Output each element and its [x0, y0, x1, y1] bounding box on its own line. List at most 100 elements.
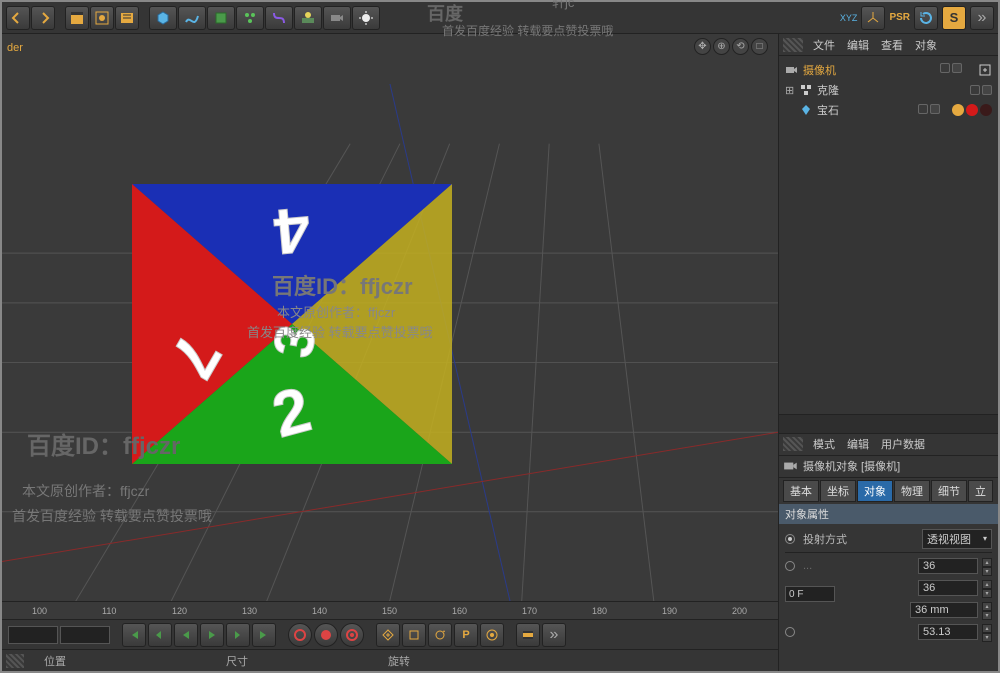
mograph-icon[interactable]	[236, 6, 264, 30]
object-tree[interactable]: 摄像机 ⊞ 克隆 宝石	[779, 56, 998, 176]
tab-object[interactable]: 对象	[857, 480, 893, 502]
redo-button[interactable]	[31, 6, 55, 30]
undo-button[interactable]	[6, 6, 30, 30]
num-field-4[interactable]: 53.13	[918, 624, 978, 640]
attr-title: 摄像机对象 [摄像机]	[803, 458, 900, 474]
xyz-label: XYZ	[840, 13, 858, 23]
keyframe-sel-button[interactable]	[340, 623, 364, 647]
spinner-up[interactable]: ▴	[982, 580, 992, 589]
frame-end-field[interactable]	[60, 626, 110, 644]
tab-detail[interactable]: 细节	[931, 480, 967, 502]
tab-physics[interactable]: 物理	[894, 480, 930, 502]
cloner-icon	[799, 83, 813, 97]
viewport[interactable]: der ✥ ⊕ ⟲ □	[2, 34, 778, 601]
spinner-down[interactable]: ▾	[982, 589, 992, 598]
viewport-pan-icon[interactable]: ✥	[694, 38, 711, 55]
viewport-nav: ✥ ⊕ ⟲ □	[694, 38, 768, 55]
goto-end-button[interactable]	[252, 623, 276, 647]
frame-start-field[interactable]	[8, 626, 58, 644]
key-rot-button[interactable]	[428, 623, 452, 647]
spline-icon[interactable]	[178, 6, 206, 30]
cube-primitive-icon[interactable]	[149, 6, 177, 30]
attr-menu-userdata[interactable]: 用户数据	[875, 436, 931, 452]
timeline-ruler[interactable]: 100 110 120 130 140 150 160 170 180 190 …	[2, 601, 778, 619]
next-key-button[interactable]	[226, 623, 250, 647]
svg-text:4: 4	[271, 194, 313, 269]
radio-field[interactable]	[785, 561, 795, 571]
light-icon[interactable]	[352, 6, 380, 30]
viewport-orbit-icon[interactable]: ⟲	[732, 38, 749, 55]
material-swatch[interactable]	[952, 104, 964, 116]
autokey-button[interactable]	[314, 623, 338, 647]
pos-label: 位置	[44, 653, 66, 669]
hatch-icon	[6, 654, 24, 668]
goto-start-button[interactable]	[122, 623, 146, 647]
render-icon[interactable]	[90, 6, 114, 30]
camera-icon[interactable]	[323, 6, 351, 30]
size-label: 尺寸	[226, 653, 248, 669]
nurbs-icon[interactable]	[207, 6, 235, 30]
key-pos-button[interactable]	[376, 623, 400, 647]
menu-object[interactable]: 对象	[909, 37, 943, 53]
tree-row-gem[interactable]: 宝石	[785, 100, 992, 120]
hatch-icon	[783, 437, 803, 451]
attribute-manager: 模式 编辑 用户数据 摄像机对象 [摄像机] 基本 坐标 对象 物理 细节 立 …	[779, 434, 998, 672]
spinner-up[interactable]: ▴	[982, 558, 992, 567]
clapper-icon[interactable]	[65, 6, 89, 30]
main-toolbar: XYZ PSR S »	[2, 2, 998, 34]
menu-edit[interactable]: 编辑	[841, 37, 875, 53]
menu-view[interactable]: 查看	[875, 37, 909, 53]
render-settings-icon[interactable]	[115, 6, 139, 30]
spinner-down[interactable]: ▾	[982, 567, 992, 576]
material-swatch[interactable]	[980, 104, 992, 116]
viewport-maximize-icon[interactable]: □	[751, 38, 768, 55]
section-object-props: 对象属性	[779, 504, 998, 524]
filmstrip-icon[interactable]	[516, 623, 540, 647]
projection-select[interactable]: 透视视图▾	[922, 529, 992, 549]
play-button[interactable]	[200, 623, 224, 647]
tree-row-camera[interactable]: 摄像机	[785, 60, 992, 80]
spinner-down[interactable]: ▾	[982, 611, 992, 620]
spinner-up[interactable]: ▴	[982, 602, 992, 611]
rot-label: 旋转	[388, 653, 410, 669]
radio-projection[interactable]	[785, 534, 795, 544]
key-scale-button[interactable]	[402, 623, 426, 647]
num-field-3[interactable]: 36 mm	[910, 602, 978, 618]
spinner-down[interactable]: ▾	[982, 633, 992, 642]
record-button[interactable]	[288, 623, 312, 647]
camera-icon	[785, 63, 799, 77]
play-back-button[interactable]	[174, 623, 198, 647]
material-swatch[interactable]	[966, 104, 978, 116]
pyramid-shape: 4 7 2 3	[102, 154, 482, 494]
psr-label: PSR	[889, 12, 910, 23]
viewport-zoom-icon[interactable]: ⊕	[713, 38, 730, 55]
radio-field[interactable]	[785, 627, 795, 637]
num-field-1[interactable]: 36	[918, 558, 978, 574]
attr-menu-mode[interactable]: 模式	[807, 436, 841, 452]
key-param-button[interactable]: P	[454, 623, 478, 647]
prev-key-button[interactable]	[148, 623, 172, 647]
deformer-icon[interactable]	[265, 6, 293, 30]
transport-bar: P »	[2, 619, 778, 649]
side-panel: 文件 编辑 查看 对象 摄像机 ⊞ 克隆	[778, 34, 998, 671]
toolbar-chevron-icon[interactable]: »	[970, 6, 994, 30]
psr-reset-icon[interactable]	[914, 6, 938, 30]
script-icon[interactable]: S	[942, 6, 966, 30]
spinner-up[interactable]: ▴	[982, 624, 992, 633]
transport-chevron-icon[interactable]: »	[542, 623, 566, 647]
axis-icon[interactable]	[861, 6, 885, 30]
key-pla-button[interactable]	[480, 623, 504, 647]
tree-row-cloner[interactable]: ⊞ 克隆	[785, 80, 992, 100]
viewport-label: der	[7, 42, 23, 54]
viewfinder-icon[interactable]	[978, 63, 992, 77]
attr-menu-edit[interactable]: 编辑	[841, 436, 875, 452]
tab-coord[interactable]: 坐标	[820, 480, 856, 502]
attr-tabs: 基本 坐标 对象 物理 细节 立	[779, 478, 998, 504]
menu-file[interactable]: 文件	[807, 37, 841, 53]
tab-basic[interactable]: 基本	[783, 480, 819, 502]
current-frame-field[interactable]: 0 F	[785, 586, 835, 602]
coord-bar: 位置 尺寸 旋转	[2, 649, 778, 671]
num-field-2[interactable]: 36	[918, 580, 978, 596]
tab-stereo[interactable]: 立	[968, 480, 993, 502]
environment-icon[interactable]	[294, 6, 322, 30]
